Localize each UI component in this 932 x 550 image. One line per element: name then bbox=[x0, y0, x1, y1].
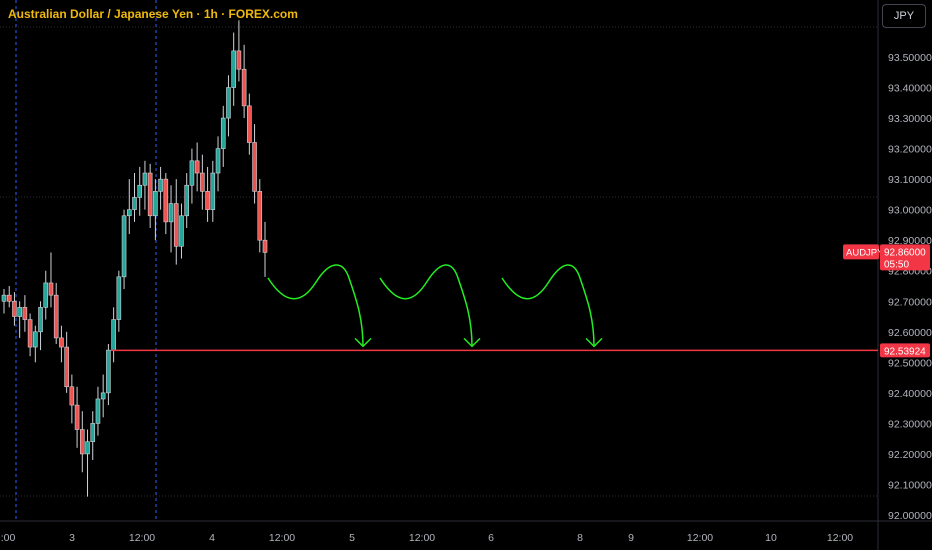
x-tick-label: 4 bbox=[209, 532, 215, 544]
candle-body bbox=[121, 215, 127, 278]
candle-body bbox=[247, 105, 252, 143]
candle-body bbox=[90, 423, 96, 443]
y-tick-label: 92.20000 bbox=[888, 449, 932, 461]
candle-body bbox=[111, 319, 116, 351]
candle-body bbox=[241, 68, 247, 107]
candle-body bbox=[231, 50, 236, 88]
candle-body bbox=[33, 331, 38, 348]
wave-arrow bbox=[501, 264, 595, 347]
x-tick-label: 3 bbox=[69, 532, 75, 544]
candle-body bbox=[179, 215, 184, 247]
x-tick-label: 12:00 bbox=[687, 532, 713, 544]
candle-body bbox=[184, 184, 189, 217]
x-tick-label: 10 bbox=[765, 532, 777, 544]
candle-body bbox=[85, 441, 90, 455]
y-tick-label: 92.50000 bbox=[888, 357, 932, 369]
candle-body bbox=[38, 307, 43, 333]
candle-body bbox=[142, 172, 148, 186]
chart[interactable]: 93.50000 93.40000 93.30000 93.20000 93.10000… bbox=[0, 0, 932, 550]
x-tick-label: 6 bbox=[488, 532, 494, 544]
candle-body bbox=[48, 282, 54, 296]
y-tick-label: 92.70000 bbox=[888, 296, 932, 308]
candle-body bbox=[200, 172, 205, 192]
y-tick-label: 92.10000 bbox=[888, 479, 932, 491]
y-tick-label: 93.10000 bbox=[888, 174, 932, 186]
candle-body bbox=[153, 191, 158, 217]
candle-body bbox=[168, 203, 174, 223]
candle-body bbox=[236, 50, 242, 70]
candle-body bbox=[59, 337, 64, 348]
x-tick-label: 9 bbox=[628, 532, 634, 544]
x-tick-label: 8 bbox=[577, 532, 583, 544]
candle-body bbox=[1, 294, 7, 302]
x-tick-label: :00 bbox=[1, 532, 16, 544]
countdown-label: 05:50 bbox=[884, 259, 909, 270]
candle-body bbox=[74, 404, 80, 430]
candle-body bbox=[106, 349, 111, 394]
y-tick-label: 93.30000 bbox=[888, 113, 932, 125]
candle-body bbox=[205, 191, 210, 210]
candle-body bbox=[215, 148, 221, 174]
candle-body bbox=[126, 209, 132, 217]
y-tick-label: 92.60000 bbox=[888, 327, 932, 339]
candle-body bbox=[257, 191, 263, 241]
x-tick-label: 5 bbox=[349, 532, 355, 544]
x-tick-label: 12:00 bbox=[409, 532, 435, 544]
wave-arrow bbox=[379, 264, 473, 347]
chart-title: Australian Dollar / Japanese Yen · 1h · … bbox=[8, 7, 298, 21]
horizontal-line-label: 92.53924 bbox=[884, 346, 926, 357]
candle-body bbox=[147, 172, 153, 217]
candle-body bbox=[100, 392, 106, 400]
candle-body bbox=[194, 160, 200, 174]
x-tick-label: 12:00 bbox=[269, 532, 295, 544]
candle-body bbox=[158, 178, 163, 192]
candle-body bbox=[252, 142, 257, 192]
candle-body bbox=[220, 117, 226, 149]
candle-body bbox=[43, 282, 49, 308]
candle-body bbox=[132, 197, 137, 210]
candle-body bbox=[163, 178, 169, 223]
y-tick-label: 93.50000 bbox=[888, 52, 932, 64]
candle-body bbox=[27, 319, 33, 348]
candle-body bbox=[17, 307, 22, 317]
symbol-label: AUDJPY bbox=[846, 247, 884, 258]
wave-arrow bbox=[267, 264, 364, 347]
candle-body bbox=[22, 307, 28, 320]
y-tick-label: 92.40000 bbox=[888, 388, 932, 400]
candle-body bbox=[116, 276, 122, 320]
candle-body bbox=[189, 160, 195, 186]
y-tick-label: 92.00000 bbox=[888, 510, 932, 522]
candle-body bbox=[64, 346, 69, 388]
candle-body bbox=[80, 429, 85, 455]
candle-body bbox=[53, 294, 59, 339]
y-tick-label: 92.30000 bbox=[888, 418, 932, 430]
candle-body bbox=[262, 239, 268, 253]
candle-body bbox=[69, 386, 75, 406]
candle-body bbox=[6, 294, 12, 302]
candle-body bbox=[95, 398, 101, 424]
x-tick-label: 12:00 bbox=[827, 532, 853, 544]
candle-body bbox=[137, 184, 143, 198]
candle-body bbox=[173, 203, 179, 247]
candle-body bbox=[12, 300, 17, 317]
candle-body bbox=[210, 172, 216, 210]
current-price-label: 92.86000 bbox=[884, 247, 926, 258]
y-tick-label: 93.20000 bbox=[888, 144, 932, 156]
currency-button[interactable]: JPY bbox=[882, 4, 926, 28]
x-tick-label: 12:00 bbox=[129, 532, 155, 544]
y-tick-label: 93.40000 bbox=[888, 83, 932, 95]
y-tick-label: 93.00000 bbox=[888, 205, 932, 217]
candle-body bbox=[226, 87, 231, 119]
